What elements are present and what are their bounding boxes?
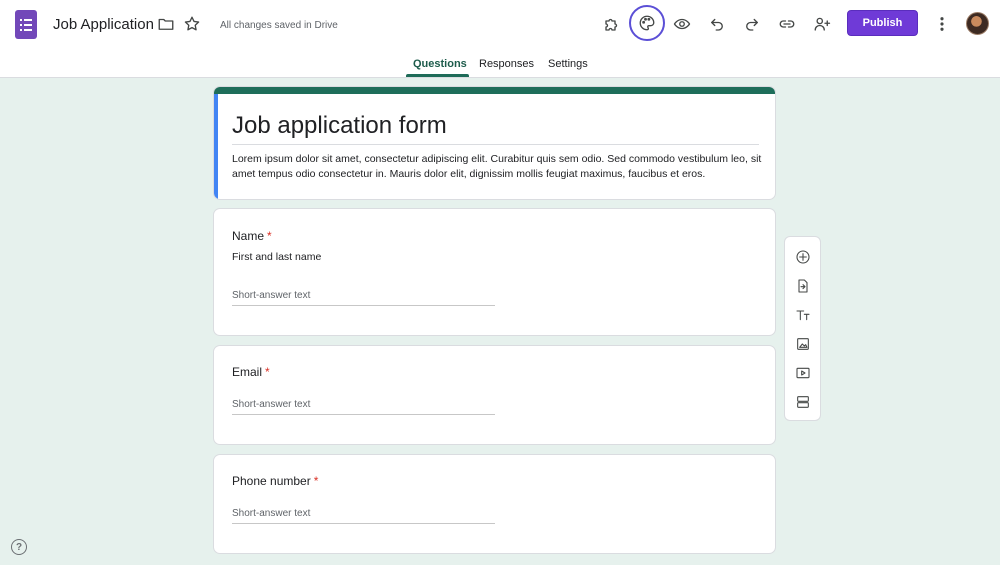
form-description[interactable]: Lorem ipsum dolor sit amet, consectetur … xyxy=(232,152,762,182)
question-title: Phone number * xyxy=(232,474,319,488)
top-bar: Job Application All changes saved in Dri… xyxy=(0,0,1000,48)
tab-questions[interactable]: Questions xyxy=(413,58,467,70)
question-title: Email * xyxy=(232,365,270,379)
form-header-card[interactable]: Job application form Lorem ipsum dolor s… xyxy=(213,86,776,200)
add-collaborator-icon[interactable] xyxy=(812,14,832,34)
publish-button[interactable]: Publish xyxy=(847,10,918,36)
focus-indicator xyxy=(214,94,218,199)
tab-settings[interactable]: Settings xyxy=(548,58,588,70)
required-asterisk: * xyxy=(265,365,270,379)
question-title: Name * xyxy=(232,229,272,243)
undo-icon[interactable] xyxy=(707,14,727,34)
add-image-icon[interactable] xyxy=(794,335,812,353)
question-card-phone[interactable]: Phone number * Short-answer text xyxy=(213,454,776,554)
tab-responses[interactable]: Responses xyxy=(479,58,534,70)
title-divider xyxy=(232,144,759,145)
question-toolbox xyxy=(784,236,821,421)
form-title[interactable]: Job application form xyxy=(232,112,447,140)
question-description: First and last name xyxy=(232,251,322,263)
forms-app-icon[interactable] xyxy=(15,10,37,39)
redo-icon[interactable] xyxy=(742,14,762,34)
theme-color-bar xyxy=(214,87,775,94)
palette-icon[interactable] xyxy=(637,13,657,33)
import-questions-icon[interactable] xyxy=(794,277,812,295)
save-status: All changes saved in Drive xyxy=(220,20,338,31)
active-tab-indicator xyxy=(406,74,469,77)
avatar[interactable] xyxy=(966,12,989,35)
document-title[interactable]: Job Application xyxy=(53,16,154,33)
short-answer-input: Short-answer text xyxy=(232,508,495,524)
tab-bar: Questions Responses Settings xyxy=(0,48,1000,78)
link-icon[interactable] xyxy=(777,14,797,34)
short-answer-input: Short-answer text xyxy=(232,290,495,306)
required-asterisk: * xyxy=(267,229,272,243)
short-answer-input: Short-answer text xyxy=(232,399,495,415)
question-card-name[interactable]: Name * First and last name Short-answer t… xyxy=(213,208,776,336)
add-section-icon[interactable] xyxy=(794,393,812,411)
folder-icon[interactable] xyxy=(157,15,175,33)
star-icon[interactable] xyxy=(183,15,201,33)
question-card-email[interactable]: Email * Short-answer text xyxy=(213,345,776,445)
more-vert-icon[interactable] xyxy=(932,14,952,34)
add-title-text-icon[interactable] xyxy=(794,306,812,324)
add-question-icon[interactable] xyxy=(794,248,812,266)
add-video-icon[interactable] xyxy=(794,364,812,382)
help-icon[interactable]: ? xyxy=(11,539,27,555)
preview-eye-icon[interactable] xyxy=(672,14,692,34)
addon-puzzle-icon[interactable] xyxy=(602,14,622,34)
required-asterisk: * xyxy=(313,474,319,488)
